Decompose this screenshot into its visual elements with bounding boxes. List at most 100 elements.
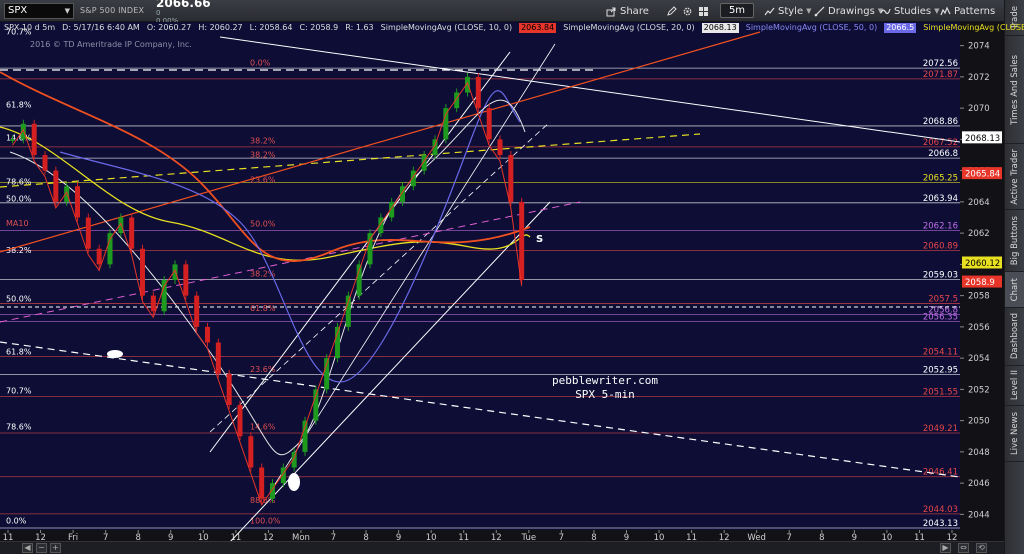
price-level-label: 2052.95 — [923, 366, 958, 376]
fib-level-label: 14.6% — [250, 423, 276, 432]
fib-level-label: 38.2% — [250, 151, 276, 160]
fib-level-label: 38.2% — [6, 246, 32, 255]
sma50-value: 2066.5 — [884, 23, 917, 33]
candle-body — [31, 123, 37, 155]
y-tick-label: 2074 — [968, 42, 990, 52]
watermark: pebblewriter.com SPX 5-min — [545, 374, 665, 402]
candle-body — [107, 233, 113, 265]
share-label: Share — [620, 5, 649, 17]
copyright-notice: 2016 © TD Ameritrade IP Company, Inc. — [30, 40, 192, 49]
tab-live-news-label: Live News — [1010, 411, 1020, 456]
tab-live-news[interactable]: Live News — [1005, 406, 1024, 462]
candle-body — [161, 280, 167, 312]
y-tick-label: 2046 — [968, 479, 990, 489]
candle-body — [10, 139, 15, 141]
fib-level-label: 100.0% — [250, 516, 281, 525]
price-level-label: 2060.89 — [923, 241, 958, 251]
candle-body — [475, 76, 481, 109]
interval-selector[interactable]: 5m — [720, 3, 754, 18]
candle-body — [75, 186, 80, 218]
price-level-label: 2054.11 — [923, 347, 958, 357]
candle-body — [140, 248, 145, 296]
sma20-label[interactable]: SimpleMovingAvg (CLOSE, 20, 0) — [563, 23, 694, 33]
reset-button[interactable]: ⟲ — [976, 543, 987, 553]
last-price: 2066.66 — [156, 0, 211, 10]
price-level-label: 2051.55 — [923, 387, 958, 397]
fib-level-label: 50.0% — [6, 294, 32, 303]
price-level-label: 2072.56 — [923, 59, 958, 69]
fib-level-label: 61.8% — [250, 304, 276, 313]
studies-label: Studies — [894, 5, 932, 17]
flexible-grid-button[interactable] — [698, 3, 709, 19]
scroll-right-button[interactable]: ▶ — [940, 543, 951, 553]
fib-level-label: 78.6% — [6, 423, 32, 432]
patterns-label: Patterns — [954, 5, 996, 17]
sma200-label[interactable]: SimpleMovingAvg (CLOSE, 200, 0) — [923, 23, 1024, 33]
bar-date: D: 5/17/16 6:40 AM — [62, 23, 140, 32]
y-tick-label: 2048 — [968, 448, 990, 458]
candle-body — [150, 295, 156, 312]
y-tick-label: 2044 — [968, 510, 990, 520]
sma10-label[interactable]: SimpleMovingAvg (CLOSE, 10, 0) — [381, 23, 512, 33]
gear-icon — [683, 7, 692, 15]
zoom-fit-button[interactable]: ⇔ — [958, 543, 969, 553]
time-axis-panel — [0, 530, 960, 541]
y-tick-label: 2062 — [968, 229, 990, 239]
last-price-box: 2066.66 0 0.00% — [156, 0, 226, 25]
zoom-out-button[interactable]: − — [36, 543, 47, 553]
fib-level-label: 70.7% — [6, 387, 32, 396]
chevron-down-icon: ▼ — [64, 6, 70, 15]
price-chart[interactable]: 2044204620482050205220542056205820602062… — [0, 22, 1024, 554]
tab-active-trader-label: Active Trader — [1010, 148, 1020, 205]
chart-canvas[interactable]: 2044204620482050205220542056205820602062… — [0, 22, 1004, 554]
scroll-left-button[interactable]: ◀ — [22, 543, 33, 553]
candle-body — [53, 170, 59, 202]
candle-body — [497, 139, 503, 155]
tab-dashboard[interactable]: Dashboard — [1005, 308, 1024, 366]
tab-chart[interactable]: Chart — [1005, 272, 1024, 308]
chart-title: SPX 10 d 5m — [4, 23, 56, 32]
tab-active-trader[interactable]: Active Trader — [1005, 144, 1024, 210]
tab-big-buttons[interactable]: Big Buttons — [1005, 210, 1024, 272]
patterns-icon — [940, 6, 951, 15]
y-tick-label: 2064 — [968, 198, 990, 208]
drawing-tool-button[interactable] — [666, 3, 677, 19]
price-level-label: 2063.94 — [923, 194, 958, 204]
sma50-label[interactable]: SimpleMovingAvg (CLOSE, 50, 0) — [746, 23, 877, 33]
drawings-label: Drawings — [828, 5, 875, 17]
chevron-down-icon: ▼ — [806, 7, 812, 15]
grid-icon — [699, 6, 708, 16]
candle-body — [205, 326, 210, 343]
fib-level-label: 61.8% — [6, 101, 32, 110]
fib-level-label: 38.2% — [250, 137, 276, 146]
candle-body — [226, 373, 232, 405]
price-marker-label: 2068.13 — [965, 134, 1000, 144]
style-button[interactable]: Style ▼ — [764, 3, 812, 19]
candle-body — [486, 108, 492, 140]
studies-button[interactable]: Studies ▼ — [880, 3, 940, 19]
bar-open: O: 2060.27 — [146, 23, 192, 32]
style-icon — [764, 7, 775, 15]
share-button[interactable]: Share — [606, 3, 649, 19]
drawings-button[interactable]: Drawings ▼ — [814, 3, 883, 19]
candle-body — [183, 264, 189, 296]
settings-button[interactable] — [682, 3, 693, 19]
price-level-label: 2057.5 — [928, 294, 958, 304]
price-level-label: 2044.03 — [923, 505, 958, 515]
candle-body — [443, 108, 449, 140]
candle-body — [519, 201, 525, 280]
patterns-button[interactable]: Patterns — [940, 3, 995, 19]
tab-level-ii[interactable]: Level II — [1005, 366, 1024, 406]
tab-times-and-sales[interactable]: Times And Sales — [1005, 36, 1024, 144]
zoom-in-button[interactable]: + — [50, 543, 61, 553]
symbol-selector[interactable]: SPX ▼ — [4, 2, 74, 19]
y-tick-label: 2072 — [968, 73, 990, 83]
time-scrollbar[interactable]: ◀ − + ▶ ⇔ ⟲ — [0, 541, 1004, 554]
price-level-label: 2065.25 — [923, 173, 958, 183]
tab-times-and-sales-label: Times And Sales — [1010, 54, 1020, 125]
annotation-s-label: S — [536, 234, 543, 245]
symbol-text: SPX — [8, 5, 28, 16]
price-level-label: 2043.13 — [923, 519, 958, 529]
drawings-icon — [814, 6, 825, 16]
price-level-label: 2056.35 — [923, 312, 958, 322]
